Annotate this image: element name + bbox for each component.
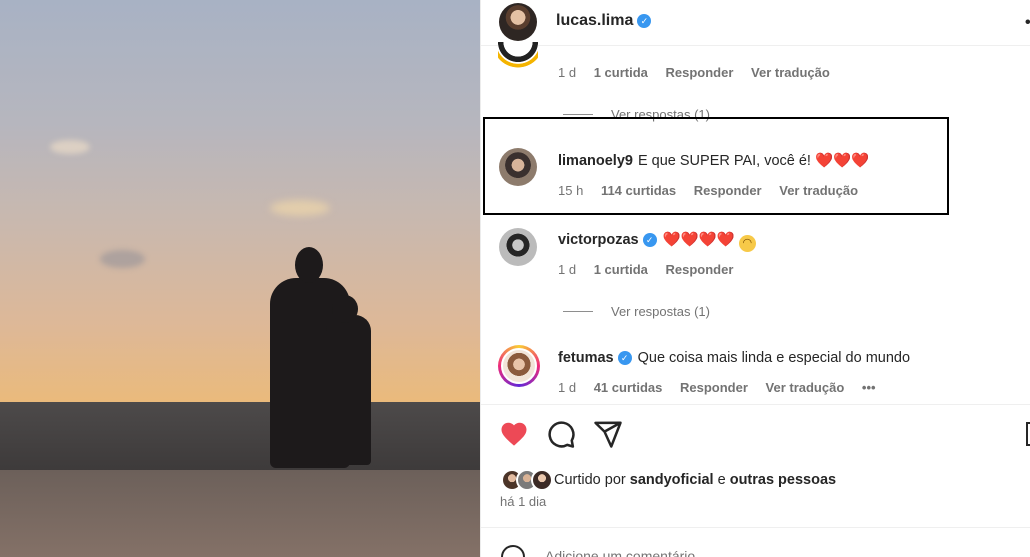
post-time-ago[interactable]: há 1 dia (500, 494, 546, 509)
liked-by-avatars[interactable] (501, 469, 553, 491)
post-header: lucas.lima✓ • (481, 0, 1030, 46)
silhouette-father-head (295, 247, 323, 283)
translate-button[interactable]: Ver tradução (766, 380, 845, 395)
avatar-photo (501, 348, 537, 384)
share-icon[interactable] (593, 419, 623, 449)
comment-text: victorpozas ✓ ❤️❤️❤️❤️ ◠ (558, 231, 756, 252)
comment-avatar[interactable] (498, 345, 540, 387)
replies-line (563, 114, 593, 115)
author-avatar[interactable] (499, 3, 537, 41)
comment-meta: 15 h 114 curtidas Responder Ver tradução (558, 183, 872, 198)
comment-username[interactable]: victorpozas (558, 232, 639, 248)
comment-age: 1 d (558, 65, 577, 80)
liked-by-user[interactable]: sandyoficial (630, 472, 714, 488)
translate-button[interactable]: Ver tradução (779, 183, 858, 198)
verified-badge-icon: ✓ (637, 14, 652, 28)
post-actions (481, 404, 1030, 466)
view-replies-button[interactable]: Ver respostas (1) (563, 304, 710, 319)
comment-avatar[interactable] (499, 148, 537, 186)
comment-username[interactable]: fetumas (558, 350, 614, 366)
add-comment-input[interactable]: Adicione um comentário... (545, 548, 707, 557)
verified-badge-icon: ✓ (642, 233, 657, 247)
translate-button[interactable]: Ver tradução (751, 65, 830, 80)
comment-text: limanoely9 E que SUPER PAI, você é! ❤️❤️❤… (558, 152, 869, 169)
comment-age: 1 d (558, 262, 577, 277)
liked-by-others[interactable]: outras pessoas (730, 472, 836, 488)
comment-more-button[interactable]: ••• (862, 380, 876, 395)
comment-username[interactable]: limanoely9 (558, 153, 633, 169)
post-photo (0, 0, 480, 557)
comment-likes[interactable]: 1 curtida (594, 65, 648, 80)
comment-body: ❤️❤️❤️❤️ (662, 232, 735, 248)
comment-text: fetumas ✓ Que coisa mais linda e especial … (558, 350, 910, 366)
cloud (100, 250, 145, 268)
replies-line (563, 311, 593, 312)
verified-badge-icon: ✓ (617, 351, 632, 365)
comment-body: E que SUPER PAI, você é! ❤️❤️❤️ (637, 153, 870, 169)
avatar (531, 469, 553, 491)
liked-by: Curtido por sandyoficial e outras pessoa… (501, 469, 836, 491)
author-username[interactable]: lucas.lima ✓ (556, 12, 652, 30)
comment-meta: 1 d 41 curtidas Responder Ver tradução •… (558, 380, 890, 395)
comment-age: 15 h (558, 183, 584, 198)
liked-by-connector: e (717, 472, 726, 488)
cloud (270, 200, 330, 216)
silhouette-child (326, 315, 371, 465)
cloud (50, 140, 90, 154)
comment-body: Que coisa mais linda e especial do mundo (637, 350, 911, 366)
reply-button[interactable]: Responder (666, 262, 734, 277)
reply-button[interactable]: Responder (694, 183, 762, 198)
more-options-icon[interactable]: • (1025, 14, 1030, 32)
comment-avatar[interactable] (498, 42, 538, 72)
comment-avatar[interactable] (499, 228, 537, 266)
comment-likes[interactable]: 41 curtidas (594, 380, 663, 395)
comment-meta: 1 d 1 curtida Responder (558, 262, 747, 277)
bookmark-icon[interactable] (1026, 422, 1030, 446)
comment-likes[interactable]: 1 curtida (594, 262, 648, 277)
post-side-panel: lucas.lima✓ • 1 d 1 curtida Responder Ve… (480, 0, 1030, 557)
reply-button[interactable]: Responder (666, 65, 734, 80)
heart-filled-icon[interactable] (499, 419, 529, 449)
comment-meta: 1 d 1 curtida Responder Ver tradução (558, 65, 844, 80)
silhouette-child-head (332, 295, 358, 323)
add-comment-bar: Adicione um comentário... (481, 527, 1030, 557)
liked-by-prefix: Curtido por (554, 472, 626, 488)
comment-age: 1 d (558, 380, 577, 395)
rooftop-wall (0, 402, 480, 472)
reply-button[interactable]: Responder (680, 380, 748, 395)
comment-icon[interactable] (546, 419, 576, 449)
emoji-icon[interactable] (501, 545, 525, 557)
rooftop-floor (0, 470, 480, 557)
comment-likes[interactable]: 114 curtidas (601, 183, 676, 198)
sad-face-icon: ◠ (738, 235, 756, 252)
